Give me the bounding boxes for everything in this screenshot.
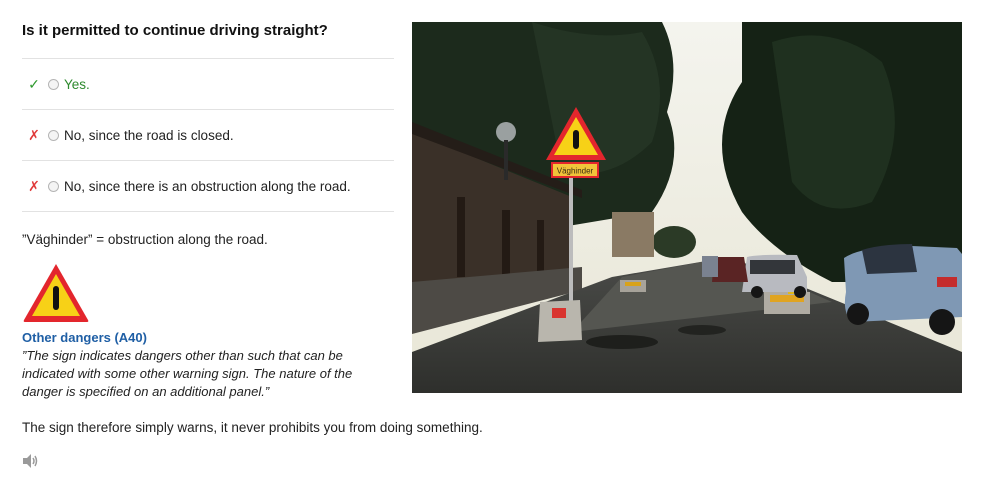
photo-panel-text: Väghinder	[557, 167, 594, 176]
sign-description: ”The sign indicates dangers other than s…	[22, 348, 353, 399]
answer-option-2[interactable]: ✗ No, since the road is closed.	[22, 110, 394, 161]
answer-option-3[interactable]: ✗ No, since there is an obstruction alon…	[22, 161, 394, 212]
explanation-text: ”Väghinder” = obstruction along the road…	[22, 232, 268, 247]
answer-label-3: No, since there is an obstruction along …	[64, 178, 351, 194]
answer-radio-3[interactable]	[48, 180, 59, 192]
answer-radio-2[interactable]	[48, 129, 59, 141]
answer-label-1: Yes.	[64, 76, 90, 92]
sign-title[interactable]: Other dangers (A40)	[22, 330, 147, 345]
answer-list: ✓ Yes. ✗ No, since the road is closed. ✗…	[22, 58, 394, 212]
road-photo: Väghinder	[412, 22, 962, 393]
answer-label-2: No, since the road is closed.	[64, 127, 234, 143]
answer-option-1[interactable]: ✓ Yes.	[22, 59, 394, 110]
answer-radio-1[interactable]	[48, 78, 59, 90]
cross-icon: ✗	[28, 126, 40, 143]
conclusion-text: The sign therefore simply warns, it neve…	[22, 420, 483, 435]
warning-sign-icon	[22, 262, 90, 324]
question-text: Is it permitted to continue driving stra…	[22, 22, 328, 39]
speaker-icon[interactable]	[22, 453, 40, 469]
check-icon: ✓	[28, 75, 40, 92]
cross-icon: ✗	[28, 177, 40, 194]
